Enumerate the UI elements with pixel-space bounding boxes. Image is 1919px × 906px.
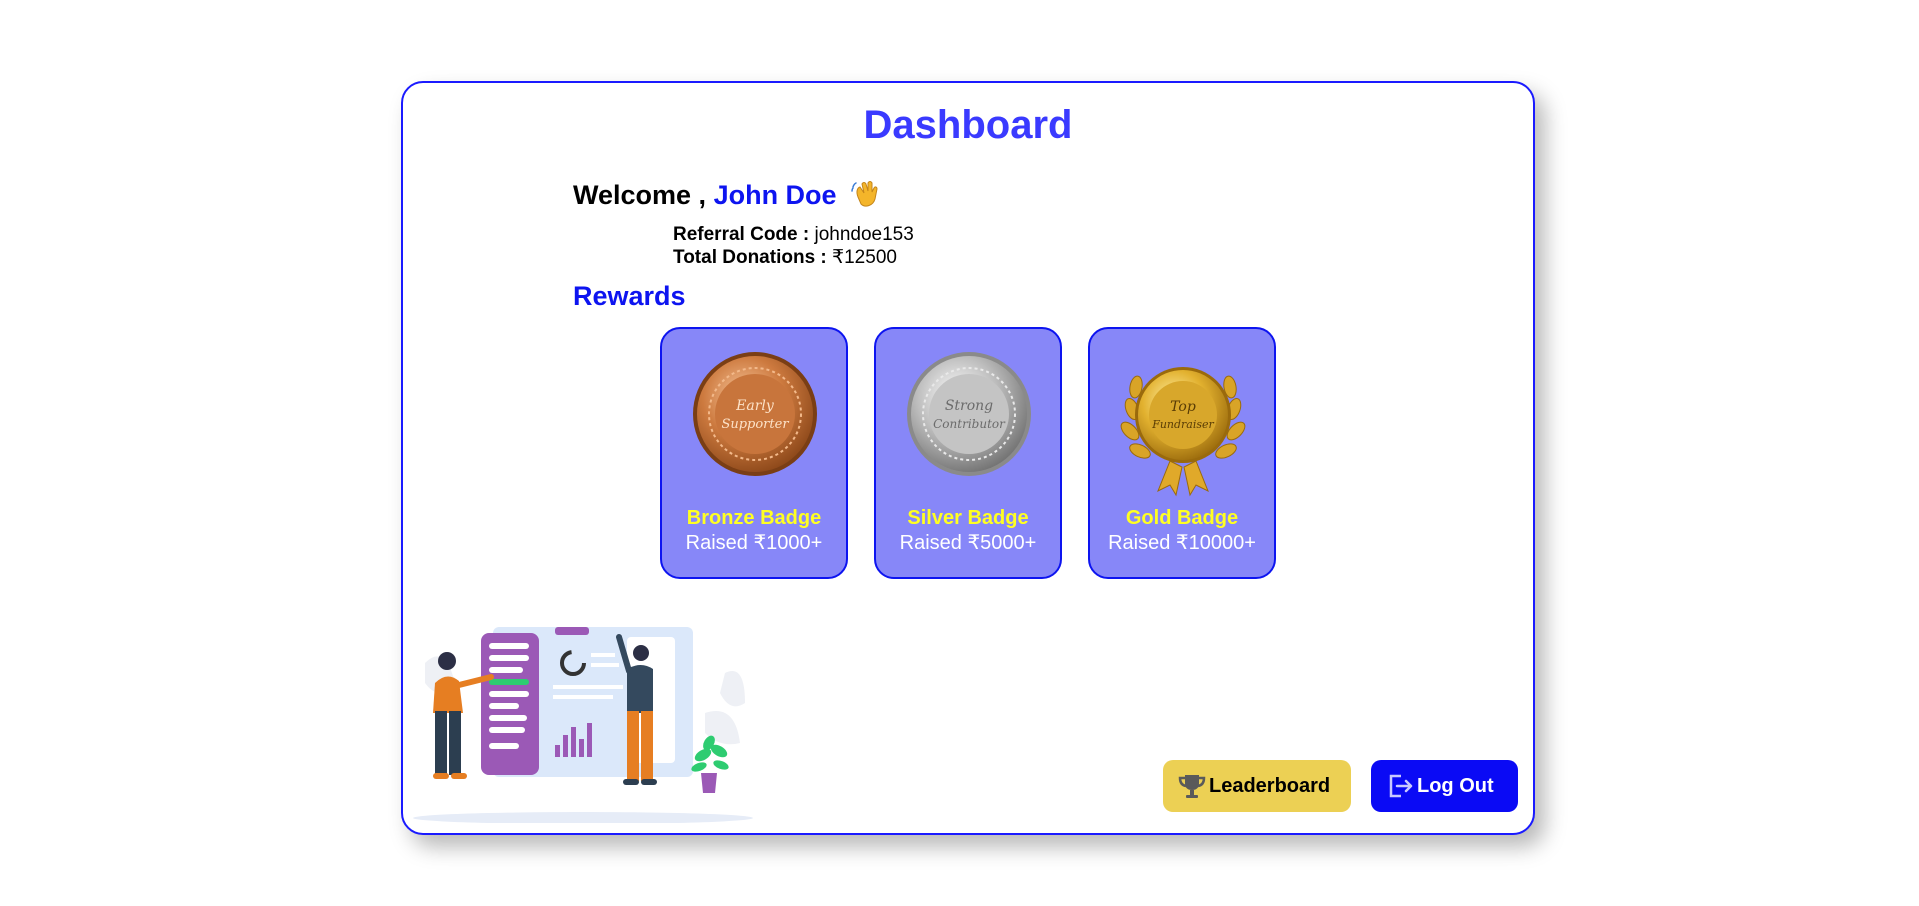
leaderboard-button[interactable]: Leaderboard	[1163, 760, 1351, 812]
user-name: John Doe	[713, 180, 837, 210]
waving-hand-icon	[851, 181, 878, 207]
medal-text-line2: Fundraiser	[1151, 418, 1214, 431]
gold-medal-icon: Top Fundraiser	[1120, 367, 1246, 497]
leaderboard-label: Leaderboard	[1209, 774, 1331, 797]
badge-requirement: Raised ₹1000+	[685, 532, 823, 554]
badge-card-silver: Strong Contributor Silver Badge Raised ₹…	[874, 327, 1062, 579]
medal-text-line1: Top	[1170, 399, 1196, 415]
badge-name: Silver Badge	[907, 507, 1029, 529]
page-title: Dashboard	[863, 103, 1073, 147]
donations-label: Total Donations :	[673, 247, 827, 268]
medal-text-line1: Strong	[945, 398, 993, 414]
medal-text-line1: Early	[735, 398, 775, 414]
donations-row: Total Donations : ₹12500	[673, 246, 914, 269]
referral-label: Referral Code :	[673, 224, 810, 245]
dashboard-card: Dashboard Welcome , John Doe Referral Co…	[401, 81, 1535, 835]
welcome-prefix: Welcome ,	[573, 180, 714, 210]
badge-list: Early Supporter Bronze Badge Raised ₹100…	[660, 327, 1276, 579]
rewards-heading: Rewards	[573, 281, 686, 311]
analytics-illustration	[413, 627, 753, 823]
referral-code: johndoe153	[814, 224, 914, 245]
badge-requirement: Raised ₹10000+	[1108, 532, 1256, 554]
trophy-icon	[1178, 775, 1206, 798]
logout-button[interactable]: Log Out	[1371, 760, 1518, 812]
badge-requirement: Raised ₹5000+	[899, 532, 1037, 554]
logout-icon	[1389, 774, 1413, 798]
welcome-heading: Welcome , John Doe	[573, 179, 880, 211]
badge-name: Bronze Badge	[686, 507, 822, 529]
referral-row: Referral Code : johndoe153	[673, 223, 914, 246]
silver-medal-icon: Strong Contributor	[907, 352, 1031, 476]
badge-card-gold: Top Fundraiser Gold Badge Raised ₹10000+	[1088, 327, 1276, 579]
bronze-medal-icon: Early Supporter	[693, 352, 817, 476]
logout-label: Log Out	[1417, 774, 1494, 797]
badge-name: Gold Badge	[1125, 507, 1239, 529]
medal-text-line2: Contributor	[933, 417, 1006, 431]
account-info: Referral Code : johndoe153 Total Donatio…	[673, 223, 914, 269]
badge-card-bronze: Early Supporter Bronze Badge Raised ₹100…	[660, 327, 848, 579]
medal-text-line2: Supporter	[721, 417, 789, 432]
total-donations: ₹12500	[832, 247, 897, 268]
